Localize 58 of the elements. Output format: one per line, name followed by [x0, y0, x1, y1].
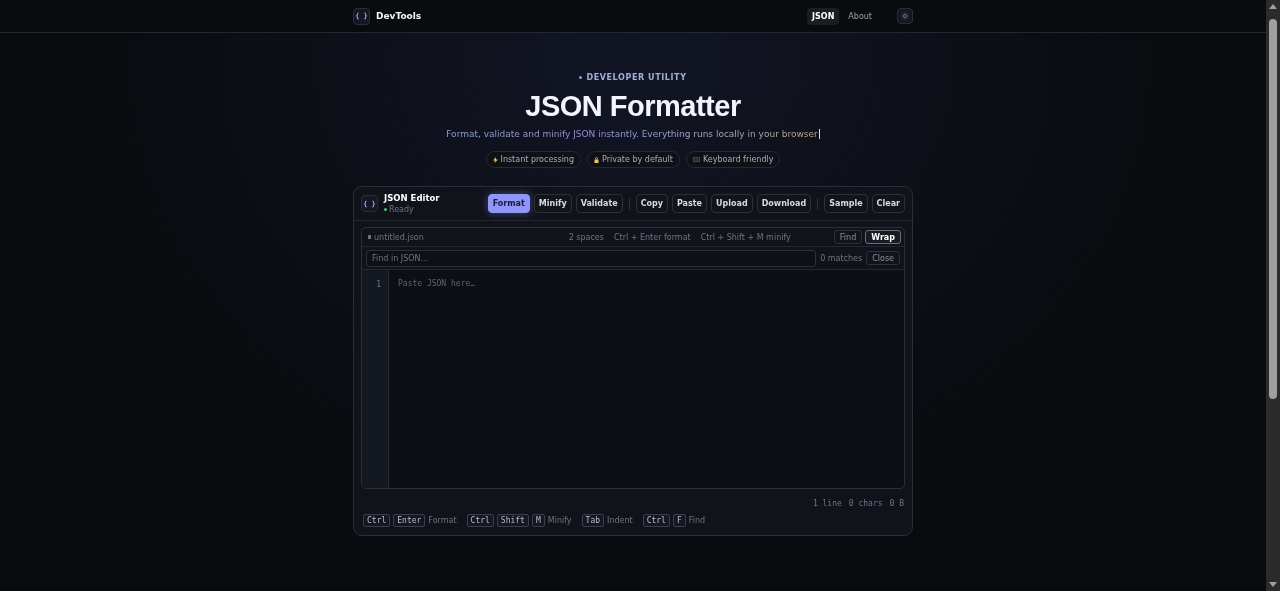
close-button[interactable]: Close: [866, 251, 900, 265]
eyebrow-label: DEVELOPER UTILITY: [586, 73, 687, 82]
feature-label: Keyboard friendly: [702, 155, 774, 164]
nav-link[interactable]: About: [843, 7, 877, 25]
toolbar-button[interactable]: Paste: [671, 194, 708, 213]
code-editor[interactable]: Paste JSON here…: [389, 270, 904, 488]
toolbar-button[interactable]: Upload: [711, 194, 753, 213]
search-field[interactable]: Find in JSON...: [366, 249, 817, 267]
key-cap: M: [531, 514, 545, 527]
shortcut-label: Indent: [607, 516, 633, 525]
toolbar-button[interactable]: Copy: [635, 194, 668, 213]
hint-text: 2 spaces: [568, 232, 604, 242]
key-cap: Ctrl: [642, 514, 670, 527]
file-name: untitled.json: [374, 232, 424, 242]
key-cap: Shift: [496, 514, 529, 527]
stat-text: 1 line: [812, 499, 842, 508]
key-cap: Ctrl: [363, 514, 391, 527]
file-icon: [368, 235, 371, 239]
shortcut-label: Format: [428, 516, 457, 525]
toolbar-button[interactable]: Sample: [824, 194, 868, 213]
toolbar-button[interactable]: Minify: [533, 194, 572, 213]
shortcut-label: Minify: [547, 516, 572, 525]
up-arrow-icon: [1269, 4, 1277, 9]
shortcut-label: Find: [688, 516, 706, 525]
toolbar-button[interactable]: Format: [487, 194, 530, 213]
keyboard-icon: [692, 157, 700, 162]
page-subtitle: Format, validate and minify JSON instantly. Everything runs locally in your browser: [446, 129, 820, 139]
nav-link[interactable]: JSON: [807, 7, 840, 25]
scrollbar[interactable]: [1266, 0, 1280, 591]
editor-title: JSON Editor: [384, 193, 440, 203]
sun-icon: [901, 12, 909, 20]
brand-name: DevTools: [376, 11, 422, 21]
toolbar-button[interactable]: Clear: [871, 194, 905, 213]
stat-text: 0 chars: [848, 499, 883, 508]
feature-label: Instant processing: [500, 155, 574, 164]
toggle-button[interactable]: Wrap: [865, 230, 901, 244]
stat-text: 0 B: [889, 499, 904, 508]
theme-toggle-button[interactable]: [897, 8, 913, 24]
toolbar-button[interactable]: Download: [756, 194, 812, 213]
hint-text: Ctrl + Enter format: [613, 232, 691, 242]
lightning-icon: [492, 156, 498, 163]
feature-label: Private by default: [602, 155, 673, 164]
down-arrow-icon: [1269, 582, 1277, 587]
padlock-icon: [594, 156, 599, 163]
key-cap: Enter: [393, 514, 426, 527]
toolbar-button[interactable]: Validate: [575, 194, 623, 213]
line-number: 1: [376, 280, 381, 289]
page-title: JSON Formatter: [525, 90, 741, 123]
status-dot-icon: [384, 208, 387, 211]
match-count: 0 matches: [820, 253, 863, 263]
key-cap: Tab: [581, 514, 605, 527]
scrollbar-thumb[interactable]: [1269, 19, 1277, 399]
toggle-button[interactable]: Find: [833, 230, 863, 244]
eyebrow-dot-icon: [579, 76, 583, 79]
key-cap: Ctrl: [466, 514, 494, 527]
key-cap: F: [672, 514, 686, 527]
status-text: Ready: [389, 205, 414, 214]
hint-text: Ctrl + Shift + M minify: [700, 232, 791, 242]
